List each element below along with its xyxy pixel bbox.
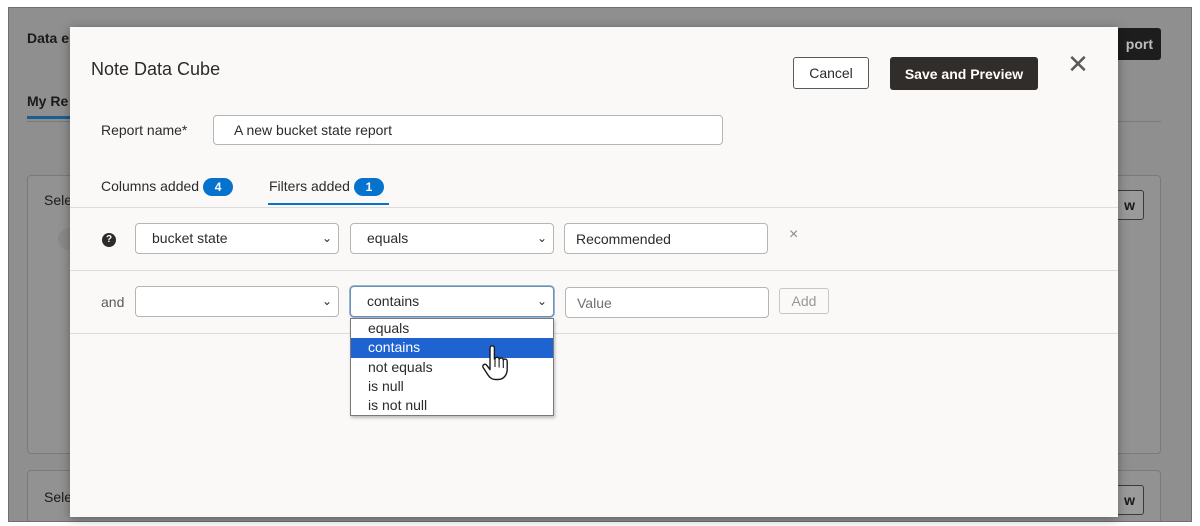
new-filter-value-input[interactable]: [565, 287, 769, 318]
save-and-preview-button[interactable]: Save and Preview: [890, 57, 1038, 90]
row-divider: [70, 333, 1118, 334]
cancel-button[interactable]: Cancel: [793, 57, 869, 89]
conjunction-label: and: [101, 294, 125, 310]
filters-count-badge: 1: [353, 178, 384, 196]
tab-columns-added[interactable]: Columns added 4: [101, 178, 234, 196]
select-value: equals: [367, 230, 409, 246]
columns-count-badge: 4: [203, 178, 234, 196]
bg-card-label: Sele: [44, 489, 73, 505]
remove-filter-icon[interactable]: ×: [789, 226, 798, 244]
bg-tab-my-reports: My Re: [27, 93, 69, 109]
filter-operator-select[interactable]: equals ⌄: [350, 223, 554, 254]
filter-field-select[interactable]: bucket state ⌄: [135, 223, 339, 254]
new-filter-field-select[interactable]: ⌄: [135, 286, 339, 317]
tab-label: Filters added: [269, 178, 350, 194]
dropdown-option-is-not-null[interactable]: is not null: [351, 396, 553, 415]
dropdown-option-is-null[interactable]: is null: [351, 377, 553, 396]
dialog-title: Note Data Cube: [91, 59, 221, 79]
hand-pointer-icon: [482, 345, 508, 381]
tab-label: Columns added: [101, 178, 200, 194]
bg-tab-underline: [27, 116, 72, 119]
operator-dropdown-list: equals contains not equals is null is no…: [350, 318, 554, 416]
active-tab-indicator: [268, 203, 389, 205]
add-filter-button[interactable]: Add: [779, 288, 829, 314]
dropdown-option-contains[interactable]: contains: [351, 338, 553, 358]
chevron-down-icon: ⌄: [536, 294, 547, 308]
select-value: bucket state: [152, 230, 228, 246]
report-name-label: Report name*: [101, 122, 188, 138]
chevron-down-icon: ⌄: [536, 231, 547, 245]
dropdown-option-equals[interactable]: equals: [351, 319, 553, 338]
filter-value-input[interactable]: [564, 223, 768, 254]
select-value: contains: [367, 293, 420, 309]
help-icon[interactable]: ?: [102, 233, 116, 247]
row-divider: [70, 207, 1118, 208]
bg-page-title: Data e: [27, 30, 70, 46]
dropdown-option-not-equals[interactable]: not equals: [351, 358, 553, 377]
note-data-cube-dialog: Note Data Cube Cancel Save and Preview ✕…: [70, 27, 1118, 517]
close-icon[interactable]: ✕: [1067, 51, 1089, 77]
new-filter-operator-select[interactable]: contains ⌄: [350, 286, 554, 317]
row-divider: [70, 270, 1118, 271]
bg-card-label: Sele: [44, 192, 73, 208]
tab-filters-added[interactable]: Filters added 1: [269, 178, 384, 196]
chevron-down-icon: ⌄: [321, 294, 332, 308]
report-name-input[interactable]: [213, 115, 723, 145]
chevron-down-icon: ⌄: [321, 231, 332, 245]
